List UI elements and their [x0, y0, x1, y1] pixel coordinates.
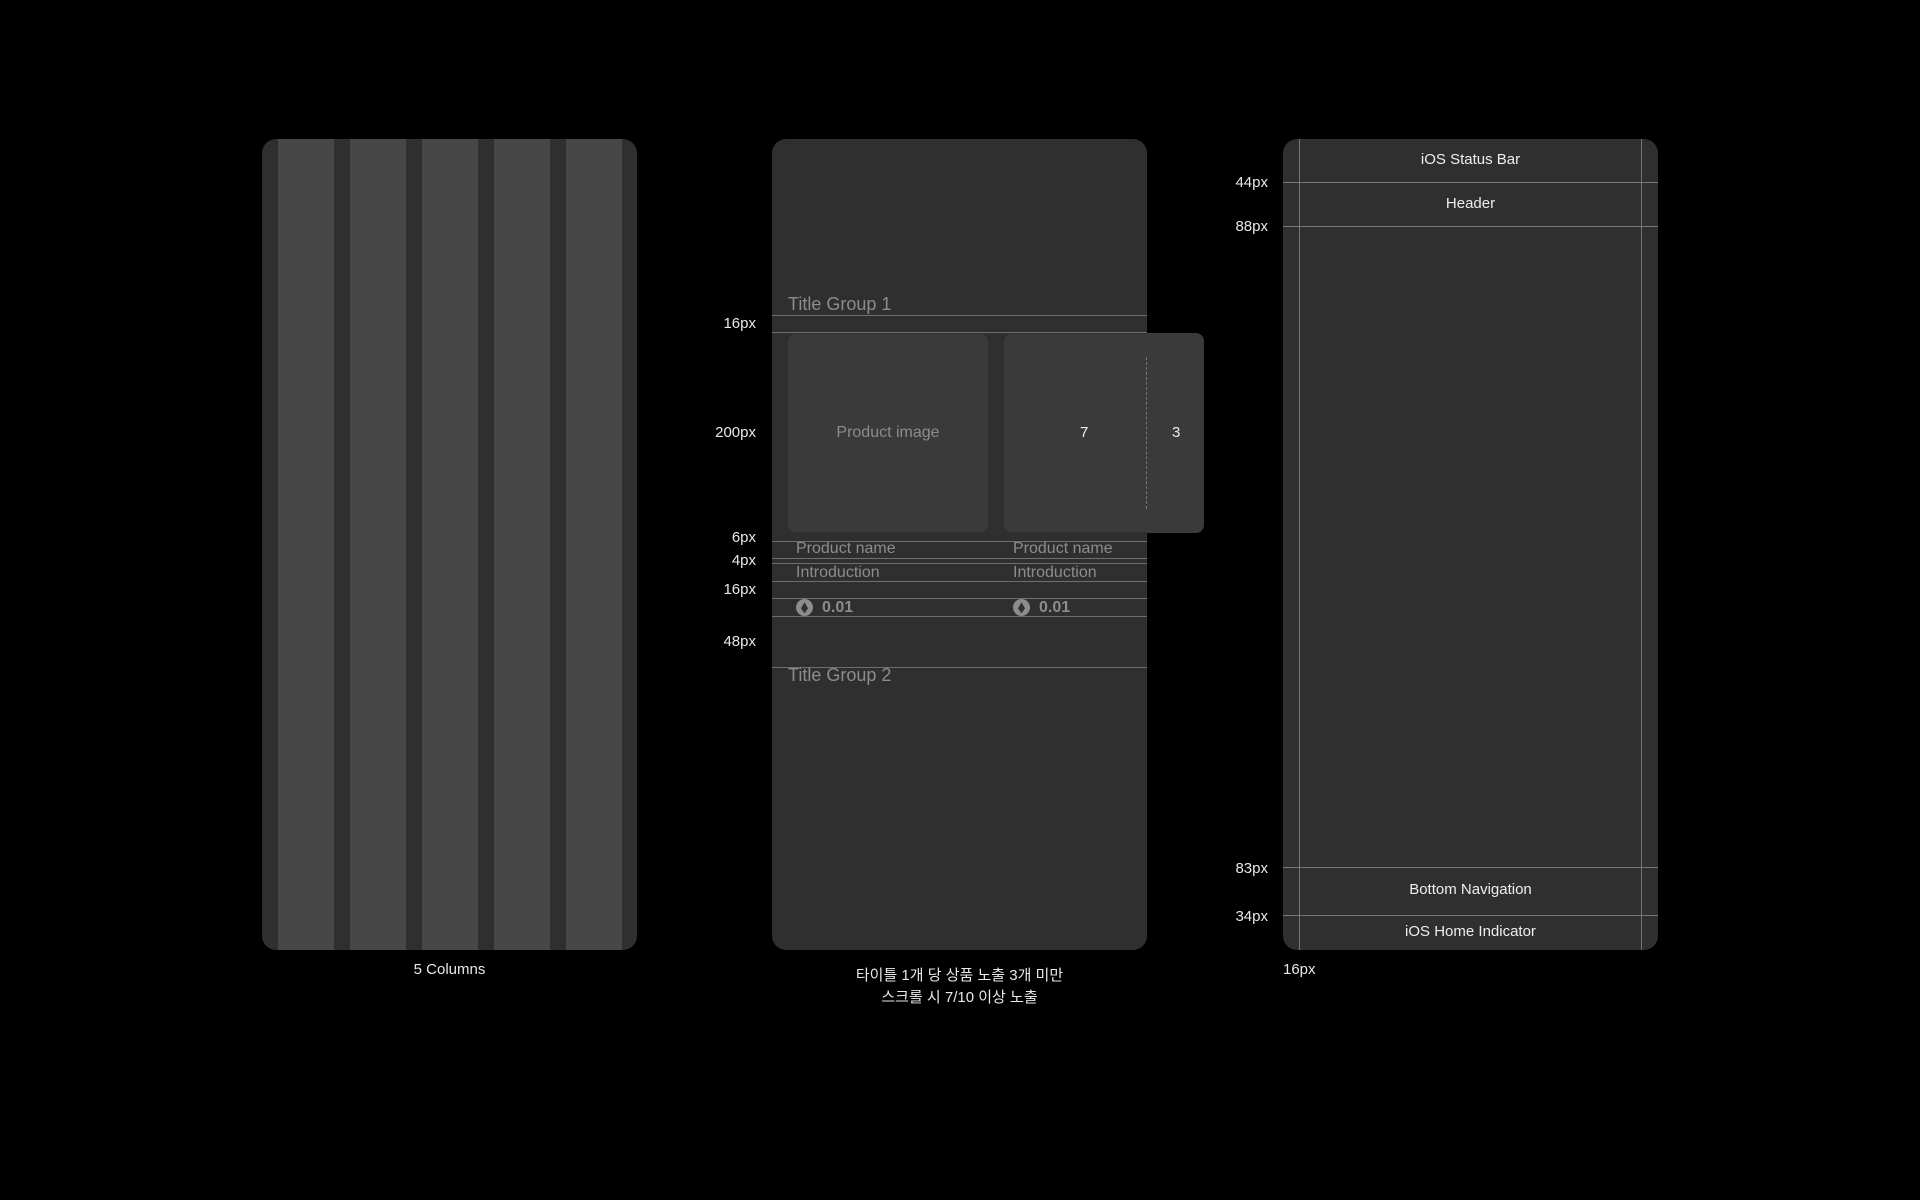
- margin-guide-right: [1641, 139, 1642, 950]
- guide-line: [1283, 867, 1658, 868]
- title-group-1: Title Group 1: [788, 294, 892, 314]
- margin-guide-left: [1299, 139, 1300, 950]
- grid-column-2: [350, 139, 406, 950]
- measure-status-bar: 44px: [1235, 174, 1268, 191]
- product-price: 0.01: [1013, 599, 1070, 617]
- measure-bottom-nav: 83px: [1235, 860, 1268, 877]
- grid-column-4: [494, 139, 550, 950]
- product-intro: Introduction: [796, 564, 880, 581]
- guide-line: [1283, 915, 1658, 916]
- guide-line: [772, 332, 1147, 333]
- visible-count-label: 7: [1080, 424, 1089, 441]
- measure-header: 88px: [1235, 218, 1268, 235]
- grid-column-5: [566, 139, 622, 950]
- measure-image-height: 200px: [715, 424, 756, 441]
- measure-price-gap: 16px: [723, 581, 756, 598]
- product-name: Product name: [796, 540, 896, 557]
- measure-section-gap: 48px: [723, 633, 756, 650]
- product-image-card[interactable]: Product image: [788, 334, 988, 532]
- bottom-navigation: Bottom Navigation: [1409, 881, 1532, 898]
- measure-name-gap: 6px: [731, 529, 756, 546]
- columns-panel: [262, 139, 637, 950]
- ios-status-bar: iOS Status Bar: [1420, 151, 1521, 168]
- ethereum-icon: [796, 599, 813, 617]
- product-caption-line-1: 타이틀 1개 당 상품 노출 3개 미만: [855, 967, 1064, 984]
- product-image-card[interactable]: 7: [1004, 334, 1147, 532]
- grid-column-3: [422, 139, 478, 950]
- measure-intro-gap: 4px: [731, 552, 756, 569]
- product-caption-line-2: 스크롤 시 7/10 이상 노출: [881, 989, 1038, 1006]
- guide-line: [772, 558, 1147, 559]
- price-value: 0.01: [822, 599, 854, 616]
- measure-title-gap: 16px: [723, 315, 756, 332]
- title-group-2: Title Group 2: [788, 665, 892, 685]
- guide-line: [1283, 226, 1658, 227]
- columns-caption: 5 Columns: [413, 961, 486, 978]
- product-name: Product name: [1013, 540, 1113, 557]
- visibility-divider: [1146, 357, 1147, 509]
- layout-panel: iOS Status Bar Header Bottom Navigation …: [1283, 139, 1658, 950]
- header-label: Header: [1445, 195, 1496, 212]
- product-price: 0.01: [796, 599, 853, 617]
- guide-line: [1283, 182, 1658, 183]
- measure-home-indicator: 34px: [1235, 908, 1268, 925]
- ethereum-icon: [1013, 599, 1030, 617]
- partial-count-label: 3: [1172, 424, 1181, 441]
- product-image-label: Product image: [836, 424, 940, 441]
- guide-line: [772, 315, 1147, 316]
- price-value: 0.01: [1039, 599, 1071, 616]
- ios-home-indicator: iOS Home Indicator: [1405, 923, 1536, 940]
- product-intro: Introduction: [1013, 564, 1097, 581]
- grid-column-1: [278, 139, 334, 950]
- product-list-panel: Title Group 1 Product image 7 Product na…: [772, 139, 1147, 950]
- measure-side-margin: 16px: [1283, 961, 1316, 978]
